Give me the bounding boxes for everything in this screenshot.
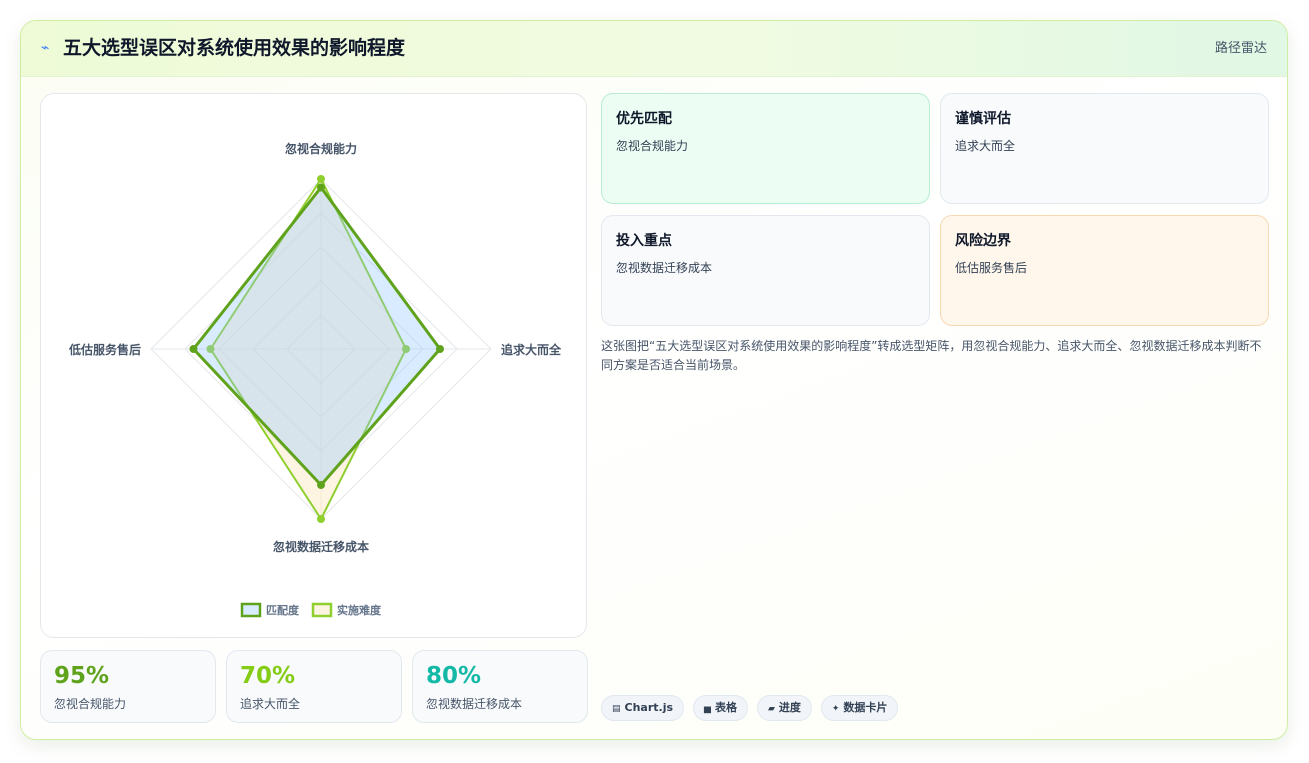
radar-point-s1-4 — [189, 345, 198, 353]
chip-table[interactable]: ▅ 表格 — [693, 695, 748, 721]
header-bar: ⌁ 五大选型误区对系统使用效果的影响程度 路径雷达 — [21, 21, 1287, 77]
card-body: 低估服务售后 — [955, 261, 1028, 275]
page-title: 五大选型误区对系统使用效果的影响程度 — [63, 37, 406, 59]
radar-series-1-area — [192, 186, 442, 487]
radar-chart-card: 忽视合规能力追求大而全忽视数据迁移成本 低估服务售后匹配度 实施难度 — [40, 93, 587, 638]
stat-label: 追求大而全 — [240, 697, 301, 711]
legend-label-2: 实施难度 — [337, 603, 382, 617]
radar-chart: 忽视合规能力追求大而全忽视数据迁移成本 低估服务售后匹配度 实施难度 — [68, 141, 562, 618]
chart-icon: ▤ — [612, 704, 621, 714]
dashboard-panel: ⌁ 五大选型误区对系统使用效果的影响程度 路径雷达 忽视合规能力 追求大而全 忽视数… — [20, 20, 1288, 740]
stat-label: 忽视数据迁移成本 — [426, 697, 523, 711]
legend-swatch-1 — [240, 602, 262, 618]
axis-label-1: 忽视合规能力 — [285, 141, 357, 156]
chip-label: 进度 — [778, 701, 801, 714]
stat-value: 95% — [54, 663, 110, 689]
axis-label-3: 忽视数据迁移成本 — [273, 539, 369, 554]
insight-card-priority: 优先匹配 忽视合规能力 — [601, 93, 930, 204]
stat-card-3: 80% 忽视数据迁移成本 — [412, 650, 588, 723]
chip-data-card[interactable]: ✦ 数据卡片 — [820, 695, 899, 721]
insight-card-risk: 风险边界 低估服务售后 — [940, 215, 1269, 326]
radar-point-s1-3 — [317, 481, 325, 489]
chip-label: 表格 — [714, 701, 737, 714]
chip-progress[interactable]: ▰ 进度 — [756, 695, 812, 721]
chip-label: 数据卡片 — [843, 701, 888, 714]
chip-chartjs[interactable]: ▤ Chart.js — [601, 695, 685, 721]
legend-swatch-2 — [311, 602, 333, 618]
card-body: 追求大而全 — [955, 139, 1016, 153]
card-title: 风险边界 — [955, 233, 1011, 249]
stat-card-2: 70% 追求大而全 — [226, 650, 402, 723]
stat-value: 70% — [240, 663, 296, 689]
radar-point-s1-2 — [436, 345, 444, 353]
tech-chip-list: ▤ Chart.js ▅ 表格 ▰ 进度 ✦ 数据卡片 — [601, 695, 899, 721]
card-title: 投入重点 — [616, 233, 672, 249]
insight-card-focus: 投入重点 忽视数据迁移成本 — [601, 215, 930, 326]
radar-point-s2-1 — [317, 175, 325, 183]
trend-line-icon: ⌁ — [41, 40, 50, 56]
axis-label-2: 追求大而全 — [501, 342, 562, 357]
table-icon: ▅ — [704, 704, 711, 714]
chart-description: 这张图把“五大选型误区对系统使用效果的影响程度”转成选型矩阵，用忽视合规能力、追… — [601, 339, 1262, 372]
legend-label-1: 匹配度 — [266, 603, 300, 617]
radar-point-s2-3 — [317, 515, 325, 523]
radar-point-s1-1 — [317, 183, 325, 192]
chip-label: Chart.js — [624, 701, 674, 714]
card-body: 忽视合规能力 — [616, 139, 689, 153]
card-title: 谨慎评估 — [955, 111, 1011, 127]
sparkle-icon: ✦ — [831, 704, 840, 714]
axis-label-4: 低估服务售后 — [68, 342, 141, 357]
stat-label: 忽视合规能力 — [54, 697, 127, 711]
insight-card-caution: 谨慎评估 追求大而全 — [940, 93, 1269, 204]
card-title: 优先匹配 — [616, 111, 672, 127]
card-body: 忽视数据迁移成本 — [616, 261, 713, 275]
stat-card-1: 95% 忽视合规能力 — [40, 650, 216, 723]
stat-value: 80% — [426, 663, 482, 689]
chart-type-tag: 路径雷达 — [1214, 41, 1267, 56]
progress-icon: ▰ — [767, 704, 775, 714]
